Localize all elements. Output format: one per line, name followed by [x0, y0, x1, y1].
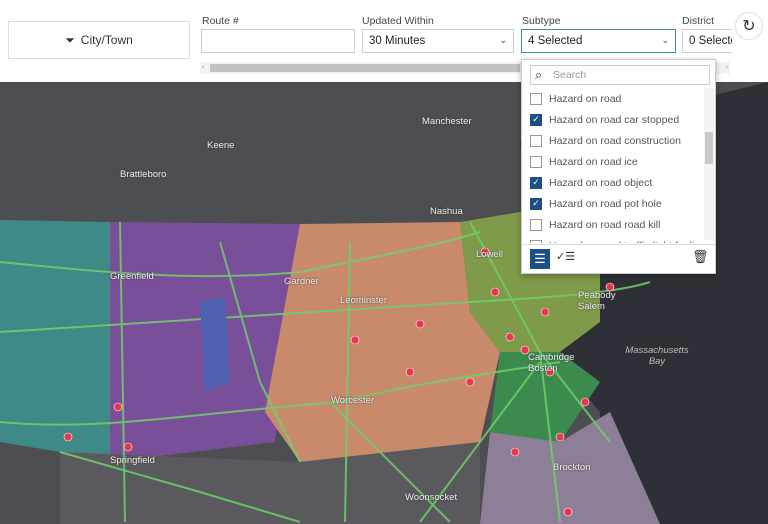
option-label: Hazard on road car stopped [549, 113, 680, 126]
district-1 [0, 220, 112, 462]
filter-icon: ⏷ [65, 32, 75, 47]
option-label: Hazard on road ice [549, 155, 638, 168]
checkbox[interactable]: ✓ [530, 176, 542, 189]
map-label-worcester: Worcester [331, 395, 375, 406]
search-icon: ⌕ [535, 67, 543, 82]
route-label: Route # [202, 15, 239, 27]
subtype-option[interactable]: Hazard on road traffic light fault [522, 235, 704, 243]
search-placeholder: Search [553, 69, 587, 81]
map-label-leominster: Leominster [340, 295, 387, 306]
checkbox[interactable] [530, 155, 542, 168]
option-label: Hazard on road pot hole [549, 197, 662, 210]
updated-within-select[interactable]: 30 Minutes ⌄ [362, 29, 514, 53]
map-label-manchester: Manchester [422, 116, 472, 127]
subtype-option[interactable]: Hazard on road road kill [522, 214, 704, 235]
map-label-greenfield: Greenfield [110, 271, 154, 282]
subtype-select[interactable]: 4 Selected ⌄ [521, 29, 676, 53]
subtype-option[interactable]: ✓ Hazard on road pot hole [522, 193, 704, 214]
map-label-brattleboro: Brattleboro [120, 169, 167, 180]
map-label-keene: Keene [207, 140, 235, 151]
checkbox[interactable]: ✓ [530, 197, 542, 210]
map-label-nashua: Nashua [430, 206, 463, 217]
subtype-value: 4 Selected [528, 35, 583, 47]
subtype-option[interactable]: Hazard on road [522, 88, 704, 109]
option-label: Hazard on road traffic light fault [549, 240, 695, 244]
subtype-label: Subtype [522, 15, 561, 27]
option-label: Hazard on road construction [549, 134, 681, 147]
route-input[interactable] [201, 29, 355, 53]
subtype-dropdown: ⌕ Search Hazard on road ✓ Hazard on road ca… [521, 59, 716, 274]
map-label-cambridge-boston: Cambridge Boston [528, 352, 575, 374]
checkbox[interactable] [530, 92, 542, 105]
subtype-search-input[interactable]: ⌕ Search [530, 65, 710, 85]
subtype-option[interactable]: ✓ Hazard on road car stopped [522, 109, 704, 130]
scroll-thumb[interactable] [210, 64, 520, 72]
map-label-brockton: Brockton [553, 462, 591, 473]
list-view-icon[interactable]: ☰ [530, 249, 550, 269]
option-label: Hazard on road object [549, 176, 653, 189]
subtype-list: Hazard on road ✓ Hazard on road car stoppe… [522, 88, 704, 243]
reservoir [200, 297, 230, 392]
option-label: Hazard on road [549, 92, 622, 105]
updated-value: 30 Minutes [369, 35, 426, 47]
map-label-springfield: Springfield [110, 455, 155, 466]
option-label: Hazard on road road kill [549, 218, 661, 231]
show-selected-icon[interactable]: ✓☰ [556, 250, 575, 263]
reset-icon[interactable]: ↻ [735, 12, 763, 40]
subtype-option[interactable]: ✓ Hazard on road object [522, 172, 704, 193]
scroll-right-icon[interactable]: › [725, 62, 728, 71]
checkbox[interactable] [530, 239, 542, 243]
checkbox[interactable] [530, 134, 542, 147]
dropdown-footer: ☰ ✓☰ 🗑 [522, 244, 715, 274]
subtype-option[interactable]: Hazard on road ice [522, 151, 704, 172]
map-label-lowell: Lowell [476, 249, 503, 260]
map-label-massachusetts-bay: Massachusetts Bay [625, 345, 689, 367]
updated-within-label: Updated Within [362, 15, 434, 27]
checkbox[interactable] [530, 218, 542, 231]
city-town-button[interactable]: ⏷ City/Town [8, 21, 190, 59]
map-label-woonsocket: Woonsocket [405, 492, 458, 503]
map-label-gardner: Gardner [284, 276, 319, 287]
vertical-scrollbar[interactable] [704, 88, 714, 240]
subtype-option[interactable]: Hazard on road construction [522, 130, 704, 151]
scroll-left-icon[interactable]: ‹ [202, 62, 205, 71]
chevron-down-icon: ⌄ [499, 35, 507, 45]
clear-selection-trash-icon[interactable]: 🗑 [692, 249, 709, 265]
chevron-down-icon: ⌄ [661, 35, 669, 45]
checkbox[interactable]: ✓ [530, 113, 542, 126]
scroll-thumb[interactable] [705, 132, 713, 164]
district-select[interactable]: 0 Selecte [682, 29, 732, 53]
map-label-peabody-salem: Peabody Salem [578, 290, 616, 312]
district-label: District [682, 15, 715, 27]
